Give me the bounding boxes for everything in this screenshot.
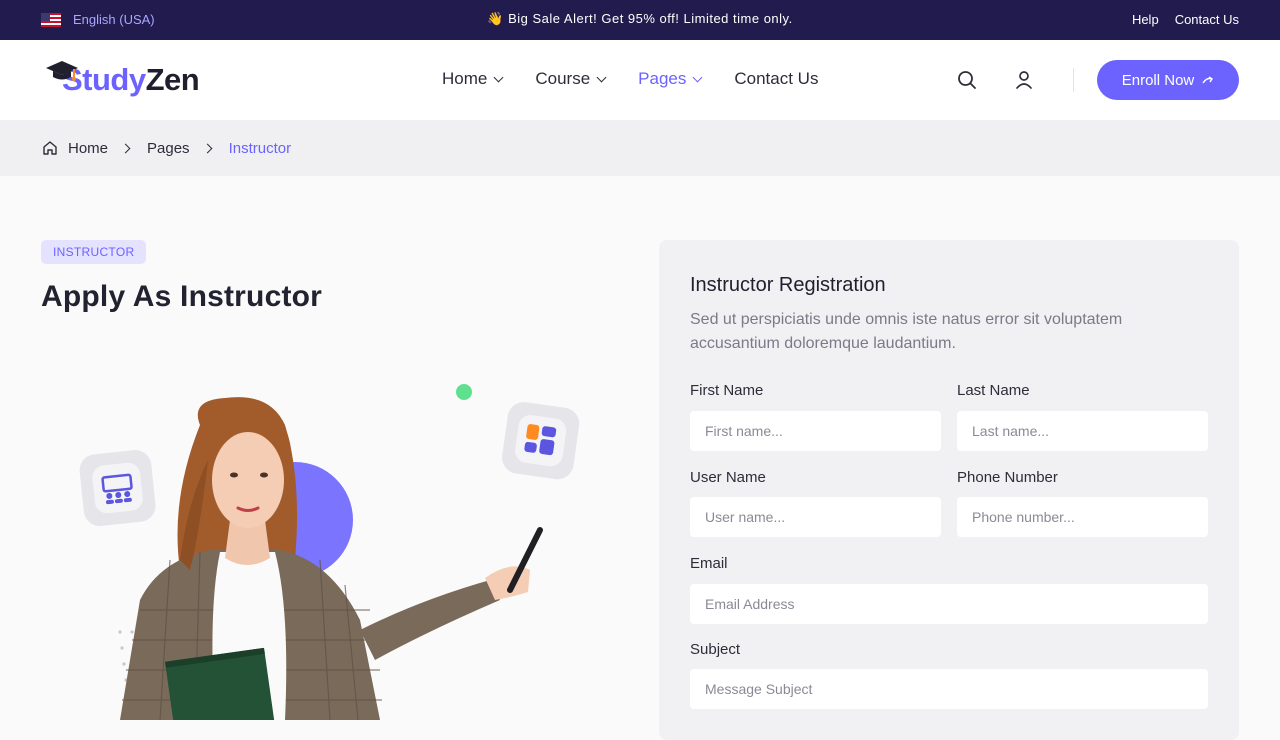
first-name-field[interactable] [690,411,941,451]
search-icon[interactable] [956,69,978,91]
promo-banner: 👋 Big Sale Alert! Get 95% off! Limited t… [487,11,793,26]
breadcrumb: Home Pages Instructor [0,120,1280,176]
help-link[interactable]: Help [1132,12,1159,27]
chevron-right-icon [202,143,213,153]
email-label: Email [690,555,728,572]
top-contact-link[interactable]: Contact Us [1175,12,1239,27]
last-name-label: Last Name [957,382,1030,399]
chevron-down-icon [692,72,703,82]
last-name-field[interactable] [957,411,1208,451]
user-name-field[interactable] [690,497,941,537]
form-title: Instructor Registration [690,274,886,296]
nav-contact-label: Contact Us [734,69,819,88]
breadcrumb-home[interactable]: Home [68,140,108,157]
first-name-label: First Name [690,382,764,399]
main-header: Study Zen Home Course Pages Contact Us En… [0,40,1280,120]
subject-label: Subject [690,641,741,658]
nav-pages-label: Pages [638,69,687,88]
form-description: Sed ut perspiciatis unde omnis iste natu… [690,311,1123,352]
breadcrumb-pages[interactable]: Pages [147,140,190,157]
header-divider [1073,68,1074,92]
logo-text-zen: Zen [145,62,200,97]
arrow-curve-icon [1202,76,1214,84]
phone-number-label: Phone Number [957,469,1058,486]
registration-card: Instructor Registration Sed ut perspicia… [659,240,1239,740]
enroll-label: Enroll Now [1121,71,1195,89]
chevron-right-icon [120,143,131,153]
email-field[interactable] [690,584,1208,624]
instructor-illustration [79,384,580,720]
user-name-label: User Name [690,469,766,486]
top-links: Help Contact Us [1132,12,1239,27]
nav-course-label: Course [535,69,591,88]
breadcrumb-current: Instructor [228,139,292,157]
top-bar: English (USA) 👋 Big Sale Alert! Get 95% … [0,0,1280,40]
nav-home[interactable]: Home [442,69,504,89]
main-nav: Home Course Pages Contact Us [442,69,818,89]
phone-number-field[interactable] [957,497,1208,537]
home-icon [43,141,57,155]
nav-course[interactable]: Course [535,69,607,89]
subject-field[interactable] [690,669,1208,709]
green-dot [456,384,472,400]
graduation-cap-icon [46,61,78,81]
dashboard-tile-icon [502,402,580,480]
chevron-down-icon [596,72,607,82]
chevron-down-icon [493,72,504,82]
page-title: Apply As Instructor [41,280,323,313]
studyzen-logo[interactable]: Study Zen [44,56,200,104]
enroll-now-button[interactable]: Enroll Now [1097,60,1239,100]
nav-contact[interactable]: Contact Us [734,69,818,89]
nav-home-label: Home [442,69,488,88]
nav-pages[interactable]: Pages [638,69,703,89]
classroom-tile-icon [79,450,156,527]
user-icon[interactable] [1013,69,1035,91]
section-tag: INSTRUCTOR [41,240,147,264]
